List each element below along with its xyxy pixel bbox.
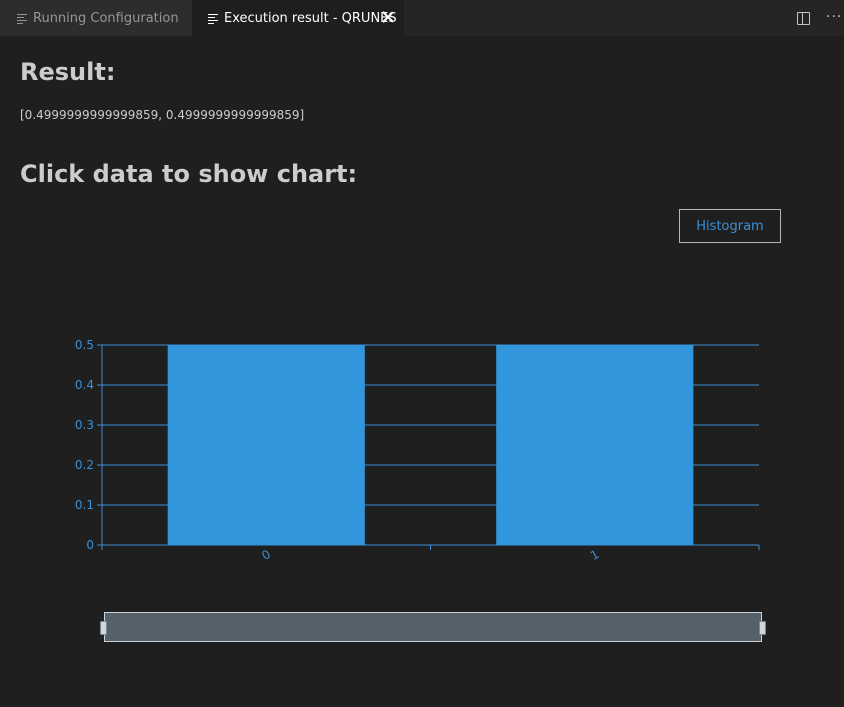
more-actions-icon[interactable]: ··· <box>826 9 842 25</box>
y-tick-label: 0.1 <box>75 498 94 512</box>
y-tick-label: 0.5 <box>75 338 94 352</box>
tab-label: Running Configuration <box>33 10 179 26</box>
y-tick-label: 0 <box>86 538 94 552</box>
close-icon[interactable] <box>382 11 394 23</box>
y-tick-label: 0.2 <box>75 458 94 472</box>
zoom-handle-right[interactable] <box>759 621 766 635</box>
tab-execution-result[interactable]: Execution result - QRUNES <box>192 0 404 36</box>
y-tick-label: 0.4 <box>75 378 94 392</box>
bar-0[interactable] <box>167 345 365 545</box>
preview-icon <box>208 13 218 24</box>
preview-icon <box>17 13 27 24</box>
tab-running-configuration[interactable]: Running Configuration <box>0 0 192 36</box>
editor-tab-bar: Running Configuration Execution result -… <box>0 0 844 36</box>
bar-1[interactable] <box>496 345 694 545</box>
y-tick-label: 0.3 <box>75 418 94 432</box>
bar-chart[interactable]: 0 0.1 0.2 0.3 0.4 0.5 0 1 <box>0 36 844 707</box>
data-zoom-slider[interactable] <box>100 612 766 642</box>
tab-label: Execution result - QRUNES <box>224 10 397 26</box>
x-tick-label: 1 <box>588 547 602 563</box>
x-tick-label: 0 <box>259 547 273 563</box>
split-editor-icon[interactable] <box>797 12 810 25</box>
zoom-handle-left[interactable] <box>100 621 107 635</box>
